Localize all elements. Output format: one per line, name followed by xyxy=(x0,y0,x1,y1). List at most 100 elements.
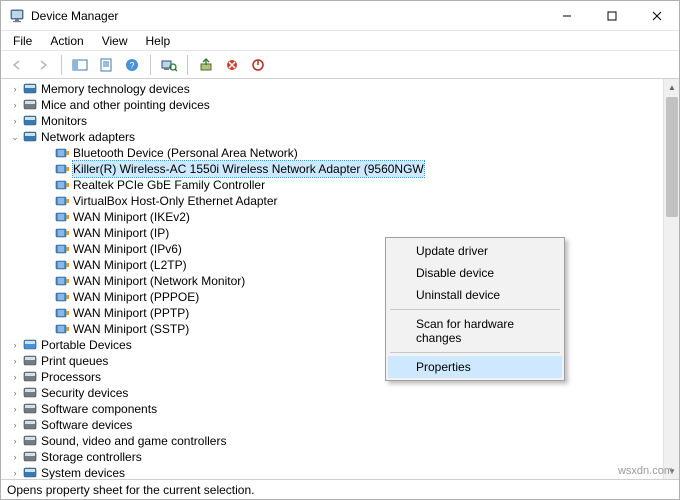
tree-item-icon xyxy=(22,337,38,353)
context-menu-item[interactable]: Scan for hardware changes xyxy=(388,313,562,349)
context-menu-item[interactable]: Update driver xyxy=(388,240,562,262)
tree-item-label: Bluetooth Device (Personal Area Network) xyxy=(73,145,298,161)
context-menu-item[interactable]: Uninstall device xyxy=(388,284,562,306)
chevron-right-icon[interactable]: › xyxy=(9,353,21,369)
tree-category[interactable]: › Mice and other pointing devices xyxy=(5,97,663,113)
tree-item-label: WAN Miniport (PPPOE) xyxy=(73,289,199,305)
tree-device[interactable]: WAN Miniport (IKEv2) xyxy=(5,209,663,225)
tree-item-icon xyxy=(22,433,38,449)
chevron-right-icon[interactable]: › xyxy=(9,401,21,417)
tree-item-icon xyxy=(22,417,38,433)
tree-item-label: WAN Miniport (L2TP) xyxy=(73,257,187,273)
show-hide-tree-button[interactable] xyxy=(68,54,92,76)
chevron-down-icon[interactable]: ⌄ xyxy=(9,129,21,145)
update-driver-toolbar-button[interactable] xyxy=(194,54,218,76)
tree-category[interactable]: › Storage controllers xyxy=(5,449,663,465)
toolbar-separator xyxy=(61,55,62,75)
tree-item-icon xyxy=(22,385,38,401)
tree-item-label: Mice and other pointing devices xyxy=(41,97,210,113)
tree-item-label: WAN Miniport (Network Monitor) xyxy=(73,273,245,289)
close-button[interactable] xyxy=(634,1,679,31)
tree-category[interactable]: › System devices xyxy=(5,465,663,479)
scroll-up-button[interactable]: ▲ xyxy=(664,79,679,95)
chevron-right-icon[interactable]: › xyxy=(9,465,21,479)
tree-item-icon xyxy=(54,241,70,257)
tree-device[interactable]: Realtek PCIe GbE Family Controller xyxy=(5,177,663,193)
tree-category[interactable]: ›Software components xyxy=(5,401,663,417)
device-manager-window: Device Manager File Action View Help xyxy=(0,0,680,500)
menu-view[interactable]: View xyxy=(94,32,136,50)
tree-item-icon xyxy=(22,369,38,385)
tree-item-label: Software devices xyxy=(41,417,132,433)
tree-device[interactable]: Killer(R) Wireless-AC 1550i Wireless Net… xyxy=(5,161,663,177)
help-button[interactable]: ? xyxy=(120,54,144,76)
chevron-right-icon[interactable]: › xyxy=(9,417,21,433)
uninstall-toolbar-button[interactable] xyxy=(220,54,244,76)
statusbar: Opens property sheet for the current sel… xyxy=(1,479,679,499)
tree-item-icon xyxy=(54,145,70,161)
tree-item-label: Memory technology devices xyxy=(41,81,190,97)
chevron-right-icon[interactable]: › xyxy=(9,97,21,113)
vertical-scrollbar[interactable]: ▲ ▼ xyxy=(663,79,679,479)
tree-item-icon xyxy=(22,129,38,145)
tree-item-icon xyxy=(22,353,38,369)
tree-category[interactable]: ⌄ Network adapters xyxy=(5,129,663,145)
tree-item-icon xyxy=(22,113,38,129)
chevron-right-icon[interactable]: › xyxy=(9,449,21,465)
back-button[interactable] xyxy=(5,54,29,76)
minimize-button[interactable] xyxy=(544,1,589,31)
maximize-button[interactable] xyxy=(589,1,634,31)
status-text: Opens property sheet for the current sel… xyxy=(7,483,254,497)
tree-item-label: Processors xyxy=(41,369,101,385)
tree-item-icon xyxy=(54,161,70,177)
tree-item-icon xyxy=(54,273,70,289)
tree-area: › Memory technology devices › Mice and othe… xyxy=(1,79,679,479)
tree-category[interactable]: › Security devices xyxy=(5,385,663,401)
tree-item-label: Network adapters xyxy=(41,129,135,145)
tree-item-icon xyxy=(54,193,70,209)
menu-help[interactable]: Help xyxy=(138,32,179,50)
tree-device[interactable]: VirtualBox Host-Only Ethernet Adapter xyxy=(5,193,663,209)
tree-category[interactable]: › Memory technology devices xyxy=(5,81,663,97)
tree-item-label: WAN Miniport (SSTP) xyxy=(73,321,189,337)
tree-item-label: WAN Miniport (IPv6) xyxy=(73,241,182,257)
chevron-right-icon[interactable]: › xyxy=(9,337,21,353)
chevron-right-icon[interactable]: › xyxy=(9,81,21,97)
scan-hardware-button[interactable] xyxy=(157,54,181,76)
context-menu-separator xyxy=(390,352,560,353)
chevron-right-icon[interactable]: › xyxy=(9,369,21,385)
tree-item-icon xyxy=(22,401,38,417)
toolbar-separator xyxy=(150,55,151,75)
tree-item-label: Security devices xyxy=(41,385,128,401)
tree-item-label: WAN Miniport (IP) xyxy=(73,225,169,241)
window-title: Device Manager xyxy=(31,9,118,23)
watermark: wsxdn.com xyxy=(618,465,673,477)
scroll-thumb[interactable] xyxy=(666,97,678,217)
tree-item-icon xyxy=(22,465,38,479)
disable-toolbar-button[interactable] xyxy=(246,54,270,76)
tree-item-icon xyxy=(22,81,38,97)
tree-item-label: Portable Devices xyxy=(41,337,132,353)
properties-button[interactable] xyxy=(94,54,118,76)
context-menu-item[interactable]: Properties xyxy=(388,356,562,378)
tree-item-icon xyxy=(54,321,70,337)
tree-device[interactable]: Bluetooth Device (Personal Area Network) xyxy=(5,145,663,161)
chevron-right-icon[interactable]: › xyxy=(9,433,21,449)
tree-item-label: Sound, video and game controllers xyxy=(41,433,226,449)
tree-item-icon xyxy=(54,225,70,241)
chevron-right-icon[interactable]: › xyxy=(9,113,21,129)
tree-category[interactable]: › Software devices xyxy=(5,417,663,433)
tree-item-label: Storage controllers xyxy=(41,449,142,465)
tree-item-icon xyxy=(22,97,38,113)
context-menu-item[interactable]: Disable device xyxy=(388,262,562,284)
tree-category[interactable]: ›Monitors xyxy=(5,113,663,129)
tree-item-label: Killer(R) Wireless-AC 1550i Wireless Net… xyxy=(73,161,424,177)
tree-item-label: System devices xyxy=(41,465,125,479)
menu-file[interactable]: File xyxy=(5,32,40,50)
toolbar-separator xyxy=(187,55,188,75)
tree-category[interactable]: › Sound, video and game controllers xyxy=(5,433,663,449)
menu-action[interactable]: Action xyxy=(42,32,91,50)
tree-item-label: VirtualBox Host-Only Ethernet Adapter xyxy=(73,193,278,209)
chevron-right-icon[interactable]: › xyxy=(9,385,21,401)
forward-button[interactable] xyxy=(31,54,55,76)
